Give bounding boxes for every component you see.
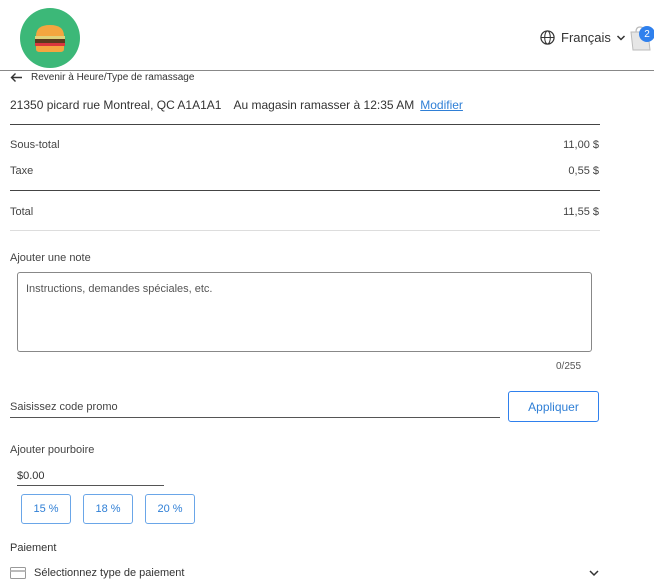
pickup-time: Au magasin ramasser à 12:35 AM [233,98,415,112]
total-value: 11,55 $ [563,206,599,218]
tax-label: Taxe [10,165,34,177]
tip-title: Ajouter pourboire [10,444,95,456]
cart-count-badge: 2 [639,26,654,42]
card-icon [10,567,26,579]
tip-15-button[interactable]: 15 % [21,494,71,524]
tip-18-button[interactable]: 18 % [83,494,133,524]
subtotal-label: Sous-total [10,139,60,151]
total-label: Total [10,206,34,218]
divider [10,124,600,125]
pickup-info: 21350 picard rue Montreal, QC A1A1A1 Au … [10,98,463,112]
globe-icon [540,30,555,45]
note-textarea[interactable] [17,272,592,352]
back-link[interactable]: Revenir à Heure/Type de ramassage [10,72,194,83]
header-divider [0,70,654,71]
back-link-label: Revenir à Heure/Type de ramassage [31,72,195,83]
note-title: Ajouter une note [10,252,91,264]
divider [10,190,600,191]
subtotal-value: 11,00 $ [563,139,599,151]
back-arrow-icon [10,73,22,82]
promo-code-input[interactable] [10,396,500,418]
apply-promo-button[interactable]: Appliquer [508,391,599,422]
payment-select-label: Sélectionnez type de paiement [34,567,185,579]
pickup-address: 21350 picard rue Montreal, QC A1A1A1 [10,98,222,112]
language-selector[interactable]: Français [540,30,626,45]
modify-link[interactable]: Modifier [420,98,463,112]
tip-amount-input[interactable] [17,466,164,486]
chevron-down-icon [616,34,625,41]
note-char-counter: 0/255 [556,361,582,372]
divider [10,230,600,231]
payment-title: Paiement [10,542,57,554]
tip-20-button[interactable]: 20 % [145,494,195,524]
language-label: Français [561,30,611,45]
restaurant-logo[interactable] [20,8,80,68]
payment-type-select[interactable]: Sélectionnez type de paiement [10,564,600,581]
chevron-down-icon [589,570,599,577]
tax-value: 0,55 $ [568,165,599,177]
burger-logo [35,25,65,52]
